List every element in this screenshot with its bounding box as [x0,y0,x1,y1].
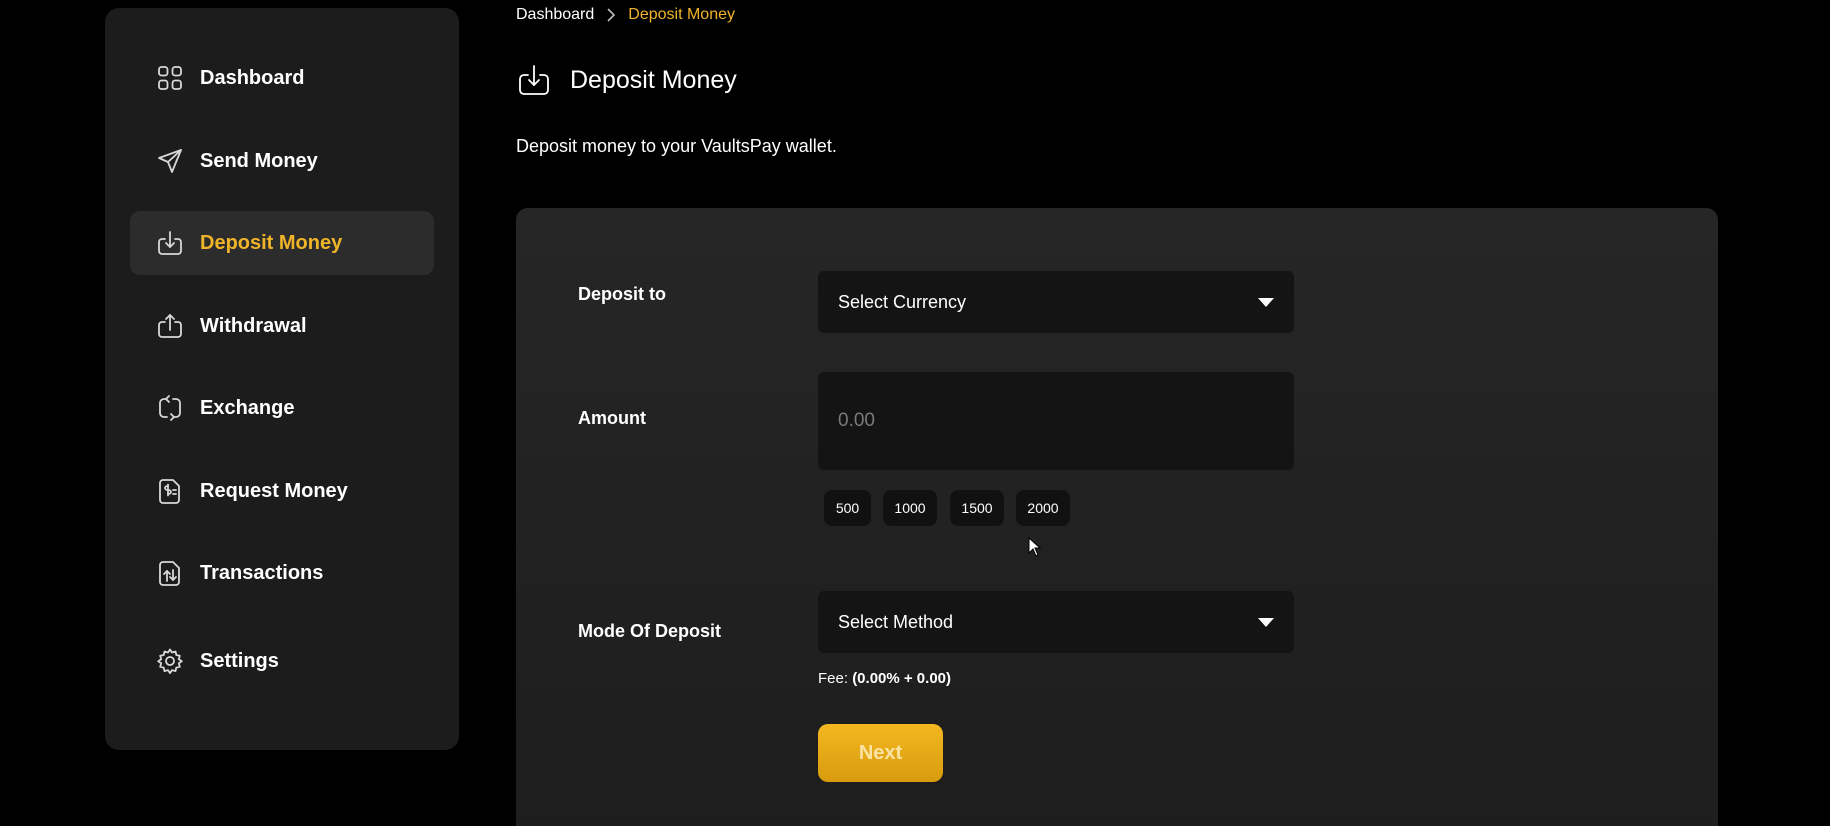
sidebar-item-label: Request Money [200,479,348,502]
fee-info: Fee: (0.00% + 0.00) [818,670,951,687]
exchange-arrows-icon [156,394,184,422]
fee-label: Fee: [818,670,849,687]
quick-amount-1000-button[interactable]: 1000 [883,490,937,526]
sidebar-item-request-money[interactable]: Request Money [130,459,434,523]
mouse-cursor-icon [1028,537,1042,557]
method-select-value: Select Method [838,611,954,632]
sidebar-item-label: Transactions [200,561,324,584]
sidebar-item-label: Send Money [200,149,318,172]
deposit-to-label: Deposit to [578,284,666,304]
download-icon [156,229,184,257]
sidebar-item-send-money[interactable]: Send Money [130,129,434,193]
download-icon [516,62,552,98]
amount-label: Amount [578,408,646,428]
upload-icon [156,312,184,340]
quick-amount-2000-button[interactable]: 2000 [1016,490,1070,526]
method-select[interactable]: Select Method [818,591,1294,653]
page-title-text: Deposit Money [570,65,737,94]
request-document-icon [156,477,184,505]
page-title: Deposit Money [516,62,737,98]
sidebar-item-settings[interactable]: Settings [130,629,434,693]
quick-amount-500-button[interactable]: 500 [824,490,871,526]
sidebar-item-label: Exchange [200,396,295,419]
sidebar-item-label: Withdrawal [200,314,307,337]
sidebar-item-label: Settings [200,649,279,672]
sidebar-item-dashboard[interactable]: Dashboard [130,46,434,110]
transactions-icon [156,559,184,587]
fee-value: (0.00% + 0.00) [852,670,951,687]
sidebar-item-label: Deposit Money [200,231,343,254]
breadcrumb-current: Deposit Money [628,6,735,23]
sidebar-item-label: Dashboard [200,66,305,89]
sidebar-item-transactions[interactable]: Transactions [130,541,434,605]
page-subtitle: Deposit money to your VaultsPay wallet. [516,136,837,156]
currency-select-value: Select Currency [838,291,967,312]
sidebar-item-deposit-money[interactable]: Deposit Money [130,211,434,275]
gear-icon [156,647,184,675]
breadcrumb-dashboard-link[interactable]: Dashboard [516,6,594,24]
caret-down-icon [1258,618,1274,627]
mode-of-deposit-label: Mode Of Deposit [578,621,721,641]
quick-amount-1500-button[interactable]: 1500 [950,490,1004,526]
amount-input[interactable] [818,372,1294,470]
paper-plane-icon [156,147,184,175]
sidebar: Dashboard Send Money Deposit Money Withd… [105,8,459,750]
breadcrumb: Dashboard Deposit Money [516,6,735,24]
currency-select[interactable]: Select Currency [818,271,1294,333]
sidebar-item-exchange[interactable]: Exchange [130,376,434,440]
caret-down-icon [1258,298,1274,307]
dashboard-grid-icon [156,64,184,92]
sidebar-item-withdrawal[interactable]: Withdrawal [130,294,434,358]
chevron-right-icon [606,8,616,22]
next-button[interactable]: Next [818,724,943,782]
